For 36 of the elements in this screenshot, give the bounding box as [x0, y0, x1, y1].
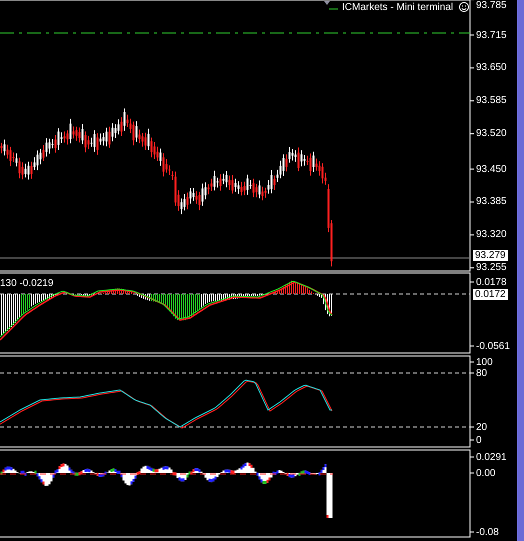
- axis-label: 100: [476, 356, 493, 368]
- tick-mark: [470, 426, 474, 428]
- axis-label: 20: [476, 422, 488, 432]
- legend-line: [328, 8, 338, 10]
- smiley-icon: [459, 2, 469, 12]
- axis-label: -0.08: [476, 526, 499, 538]
- tick-mark: [470, 34, 474, 36]
- axis-label: 93.585: [476, 95, 507, 106]
- tick-mark: [470, 100, 474, 102]
- tick-mark: [470, 472, 474, 474]
- axis-label: 0.0291: [476, 452, 507, 462]
- tick-mark: [470, 67, 474, 68]
- axis-label: 0.00: [476, 468, 496, 478]
- axis-label: 93.785: [476, 0, 507, 11]
- current-value-label: 0.0172: [473, 288, 508, 300]
- tick-mark: [470, 133, 474, 134]
- axis-label: -0.0561: [476, 340, 510, 352]
- caret-icon: [324, 1, 330, 5]
- axis-label: 93.715: [476, 30, 507, 40]
- tick-mark: [470, 234, 474, 236]
- axis-label: 80: [476, 368, 488, 378]
- axis-label: 93.320: [476, 229, 507, 240]
- terminal-label: ICMarkets - Mini terminal: [342, 2, 454, 14]
- tick-mark: [470, 456, 474, 458]
- tick-mark: [470, 168, 474, 170]
- tick-mark: [470, 372, 474, 374]
- axis-label: 93.385: [476, 196, 507, 208]
- tick-mark: [470, 267, 474, 268]
- axis-label: 93.650: [476, 62, 507, 74]
- axis-label: 93.520: [476, 128, 507, 140]
- indicator-label: 130 -0.0219: [0, 278, 54, 289]
- axis-label: 0.0178: [476, 276, 507, 288]
- axis-label: 93.450: [476, 164, 507, 175]
- axis-label: 0: [476, 434, 482, 446]
- current-value-label: 93.279: [473, 250, 508, 262]
- axis-label: 93.255: [476, 262, 507, 274]
